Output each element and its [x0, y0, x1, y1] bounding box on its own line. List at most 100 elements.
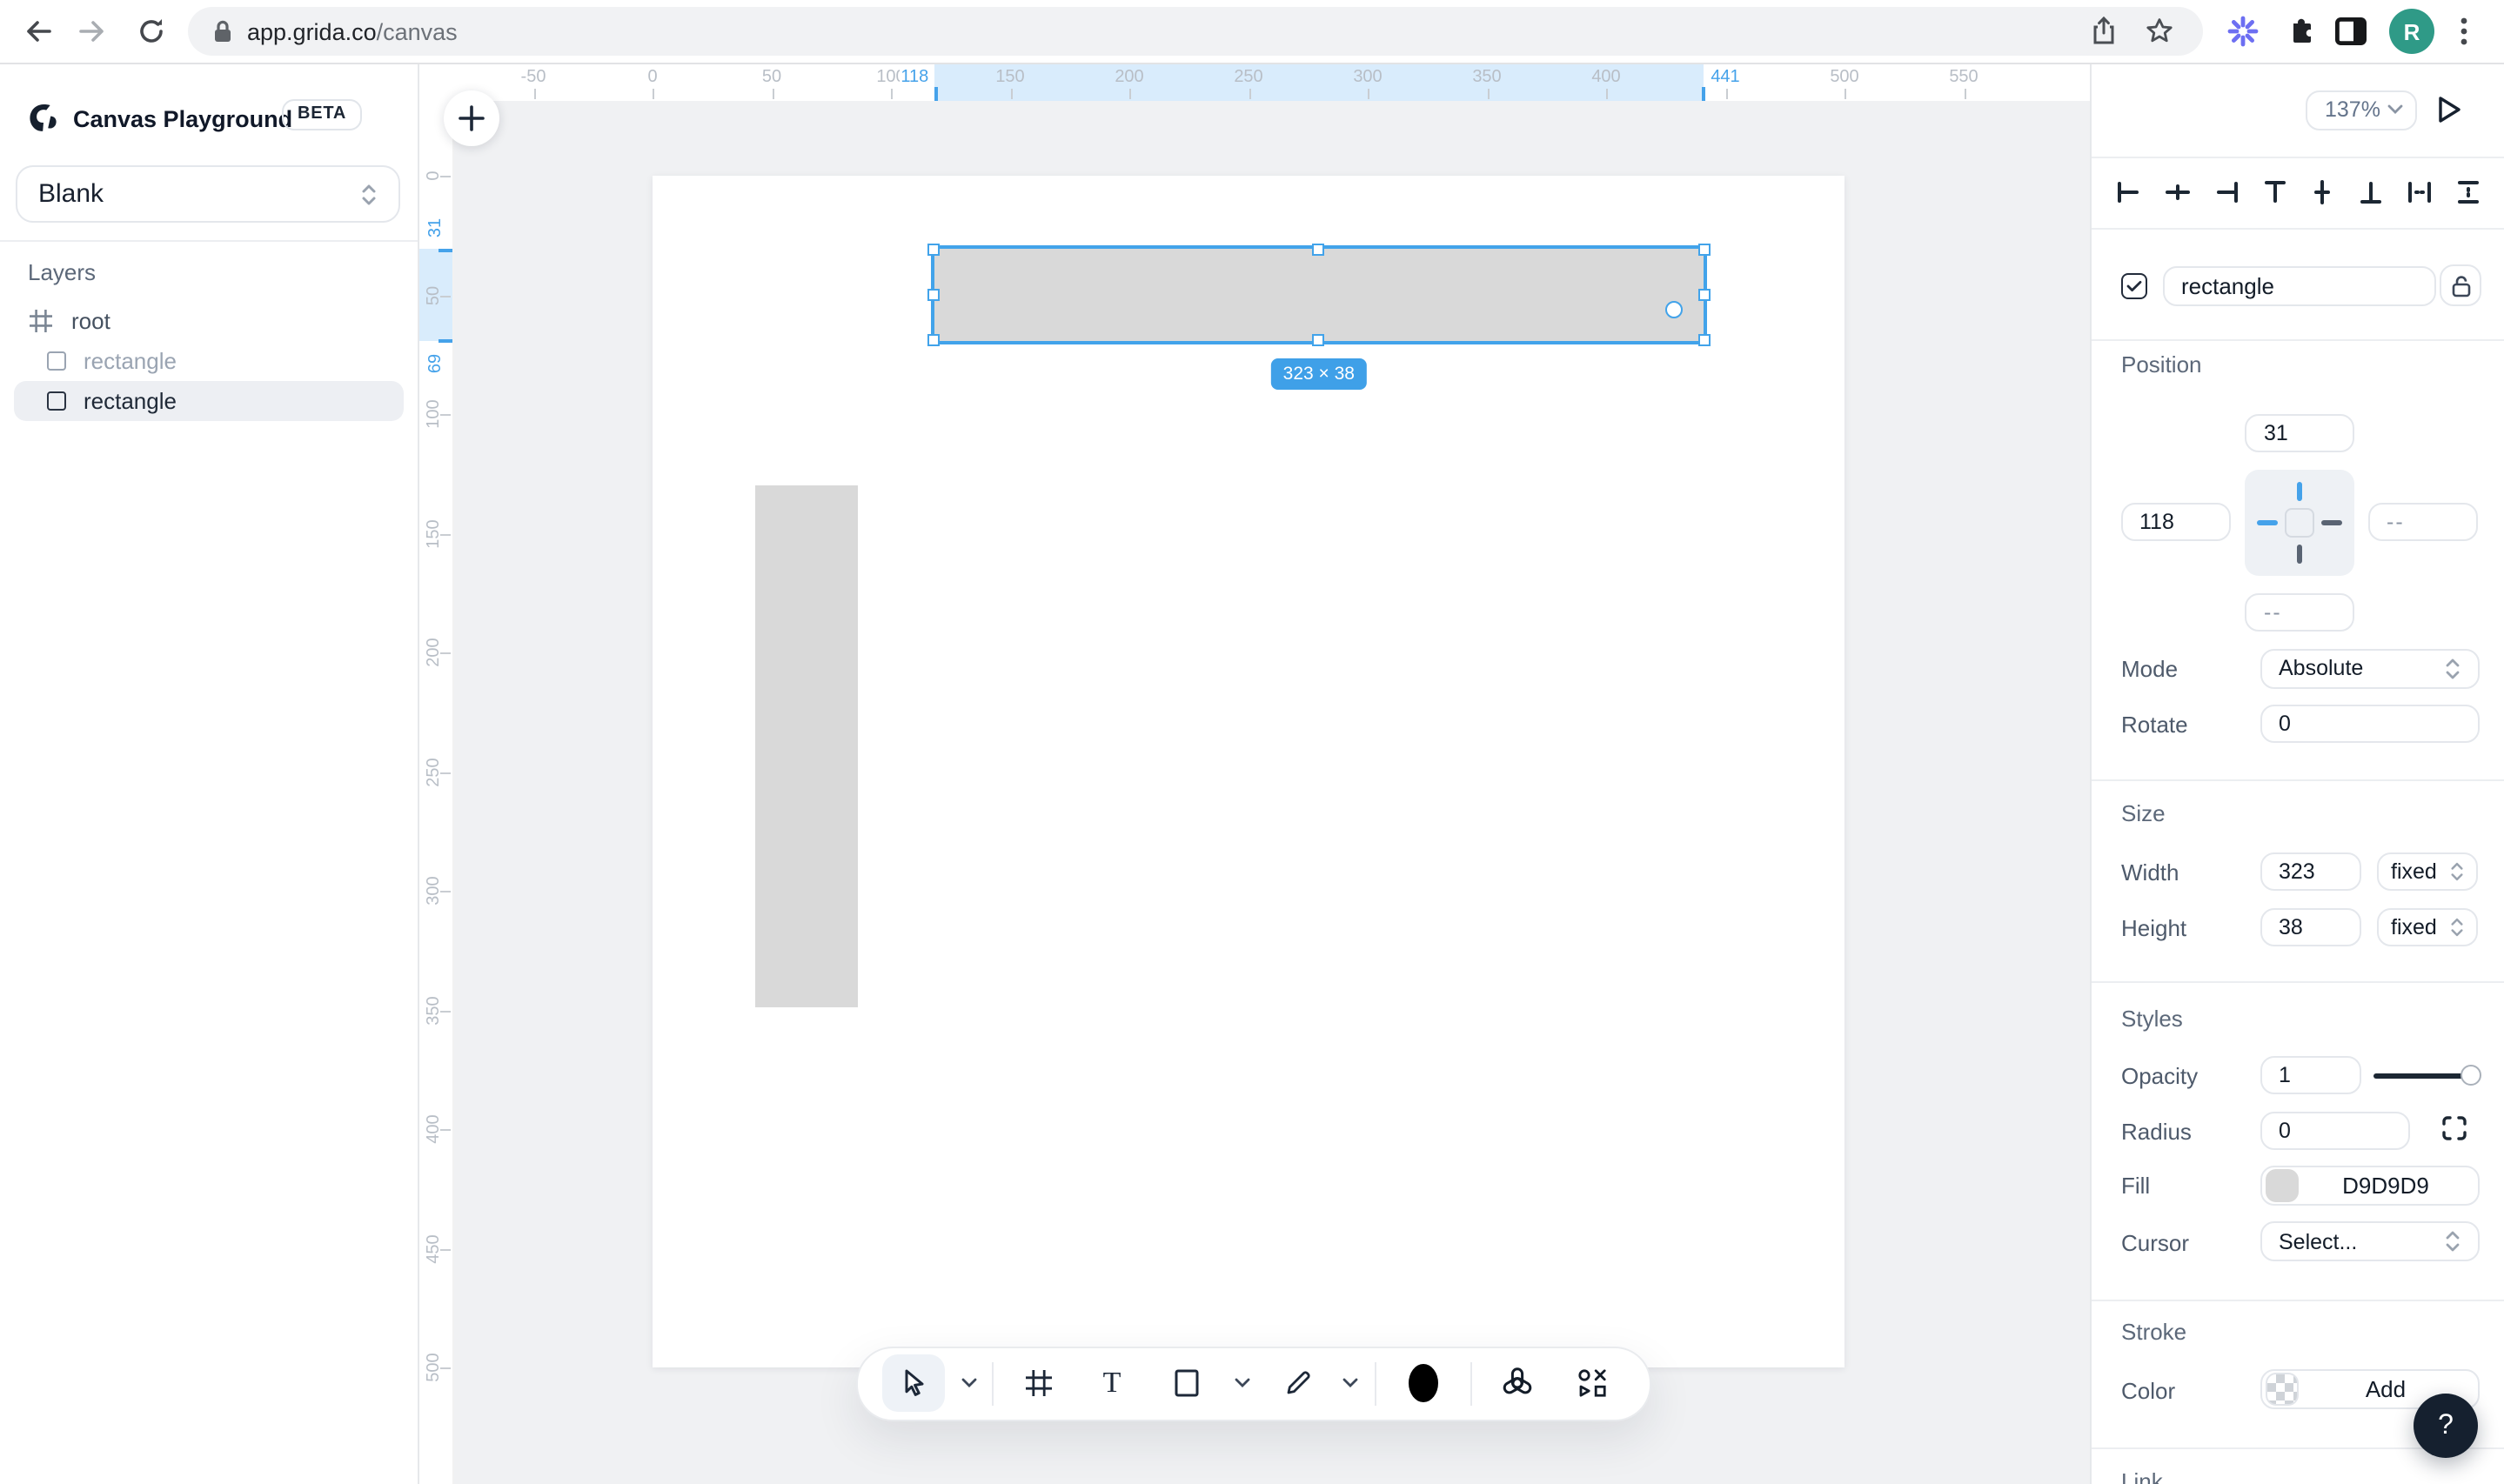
- vertical-ruler: 0 50 100 150 200 250 300 350 400 450 500 31 69: [418, 100, 454, 1484]
- lock-button[interactable]: [2440, 264, 2481, 306]
- share-icon[interactable]: [2091, 17, 2117, 46]
- styles-heading: Styles: [2121, 1006, 2183, 1032]
- corner-radius-handle[interactable]: [1665, 300, 1684, 318]
- corner-radius-button[interactable]: [2441, 1115, 2467, 1141]
- pencil-tool-dropdown[interactable]: [1342, 1378, 1358, 1388]
- height-unit-select[interactable]: fixed: [2377, 908, 2478, 946]
- position-bottom-input[interactable]: --: [2245, 593, 2354, 632]
- distribute-horizontal-button[interactable]: [2407, 178, 2433, 204]
- position-left-input[interactable]: 118: [2120, 503, 2230, 541]
- v-ruler-tick: [440, 533, 451, 535]
- align-left-button[interactable]: [2116, 178, 2142, 204]
- extensions-puzzle-icon[interactable]: [2286, 16, 2318, 47]
- rectangle-icon: [47, 391, 66, 411]
- selection-size-badge: 323 × 38: [1270, 358, 1367, 390]
- h-ruler-tick: [772, 89, 773, 99]
- selection-resize-handle[interactable]: [1312, 243, 1325, 256]
- stroke-heading: Stroke: [2121, 1319, 2187, 1345]
- text-tool-button[interactable]: T: [1103, 1366, 1121, 1400]
- browser-menu-icon[interactable]: [2460, 17, 2467, 45]
- toggle-sidebar-icon[interactable]: [2335, 17, 2367, 45]
- selection-resize-handle[interactable]: [1697, 334, 1711, 347]
- address-bar[interactable]: app.grida.co/canvas: [188, 7, 2203, 56]
- add-node-button[interactable]: [444, 90, 499, 146]
- radius-label: Radius: [2121, 1119, 2192, 1145]
- rectangle-node[interactable]: [754, 485, 858, 1008]
- align-bottom-button[interactable]: [2358, 178, 2384, 204]
- anchor-center-box[interactable]: [2285, 508, 2314, 538]
- width-input[interactable]: 323: [2260, 852, 2361, 891]
- node-name-input[interactable]: rectangle: [2162, 266, 2435, 306]
- profile-avatar[interactable]: R: [2389, 9, 2434, 54]
- mode-select[interactable]: Absolute: [2260, 648, 2479, 688]
- rectangle-icon: [1175, 1369, 1199, 1397]
- extension-burst-icon[interactable]: [2226, 15, 2260, 48]
- browser-reload-icon[interactable]: [137, 17, 166, 46]
- h-ruler-label: 500: [1830, 68, 1859, 87]
- selection-resize-handle[interactable]: [1697, 289, 1711, 301]
- cursor-select[interactable]: Select...: [2260, 1221, 2479, 1261]
- align-vertical-center-button[interactable]: [2310, 178, 2336, 204]
- play-button[interactable]: [2433, 94, 2464, 125]
- radius-input[interactable]: 0: [2260, 1112, 2409, 1150]
- h-ruler-tick: [1129, 89, 1131, 99]
- cursor-tool-dropdown[interactable]: [961, 1378, 977, 1388]
- anchor-bottom-tick[interactable]: [2296, 545, 2301, 564]
- align-right-button[interactable]: [2213, 178, 2239, 204]
- opacity-input[interactable]: 1: [2260, 1056, 2361, 1094]
- align-top-button[interactable]: [2261, 178, 2287, 204]
- position-anchor-widget[interactable]: [2245, 470, 2354, 576]
- site-lock-icon[interactable]: [212, 19, 233, 43]
- v-ruler-tick: [440, 772, 451, 773]
- opacity-slider[interactable]: [2373, 1065, 2481, 1086]
- rectangle-icon: [47, 351, 66, 370]
- help-button[interactable]: ?: [2414, 1394, 2478, 1458]
- anchor-top-tick[interactable]: [2296, 482, 2301, 501]
- url-text: app.grida.co/canvas: [247, 18, 458, 44]
- browser-back-icon[interactable]: [23, 17, 53, 46]
- frame-tool-button[interactable]: [1026, 1370, 1052, 1396]
- rectangle-tool-dropdown[interactable]: [1235, 1378, 1250, 1388]
- opacity-slider-handle[interactable]: [2460, 1065, 2481, 1086]
- visibility-checkbox[interactable]: [2121, 272, 2147, 298]
- position-top-input[interactable]: 31: [2245, 414, 2354, 452]
- h-ruler-tick: [653, 89, 654, 99]
- selected-rectangle-node[interactable]: [934, 249, 1704, 341]
- zoom-select[interactable]: 137%: [2306, 90, 2417, 130]
- cursor-tool-button[interactable]: [882, 1354, 945, 1412]
- playground-shapes-button[interactable]: [1577, 1368, 1607, 1398]
- layer-row-rectangle-1[interactable]: rectangle: [0, 339, 418, 381]
- inspector-divider: [2092, 981, 2504, 983]
- browser-forward-icon[interactable]: [77, 17, 107, 46]
- position-heading: Position: [2121, 351, 2202, 378]
- anchor-right-tick[interactable]: [2321, 520, 2342, 525]
- openai-assistant-button[interactable]: [1501, 1367, 1534, 1400]
- transparent-swatch[interactable]: [2265, 1373, 2298, 1406]
- document-select[interactable]: Blank: [16, 165, 400, 223]
- h-ruler-tick: [1368, 89, 1369, 99]
- h-ruler-bound-label: 118: [899, 68, 931, 87]
- layer-row-root[interactable]: root: [0, 299, 418, 341]
- rectangle-tool-button[interactable]: [1175, 1369, 1199, 1397]
- bookmark-star-icon[interactable]: [2145, 17, 2174, 46]
- height-input[interactable]: 38: [2260, 908, 2361, 946]
- distribute-vertical-button[interactable]: [2455, 178, 2481, 204]
- pencil-tool-button[interactable]: [1284, 1369, 1312, 1397]
- selection-resize-handle[interactable]: [1697, 243, 1711, 256]
- chevron-down-icon: [1342, 1378, 1358, 1387]
- layer-row-rectangle-2-selected[interactable]: rectangle: [14, 381, 404, 421]
- selection-resize-handle[interactable]: [1312, 334, 1325, 347]
- selection-resize-handle[interactable]: [927, 243, 941, 256]
- brush-color-button[interactable]: [1406, 1362, 1441, 1404]
- fill-field[interactable]: D9D9D9: [2260, 1166, 2479, 1206]
- selection-resize-handle[interactable]: [927, 289, 941, 301]
- stroke-color-label: Color: [2121, 1378, 2176, 1404]
- align-horizontal-center-button[interactable]: [2165, 178, 2191, 204]
- rotate-input[interactable]: 0: [2260, 705, 2479, 743]
- anchor-left-tick[interactable]: [2257, 520, 2278, 525]
- fill-swatch[interactable]: [2265, 1169, 2298, 1202]
- h-ruler-tick: [891, 89, 893, 99]
- width-unit-select[interactable]: fixed: [2377, 852, 2478, 891]
- position-right-input[interactable]: --: [2367, 503, 2477, 541]
- selection-resize-handle[interactable]: [927, 334, 941, 347]
